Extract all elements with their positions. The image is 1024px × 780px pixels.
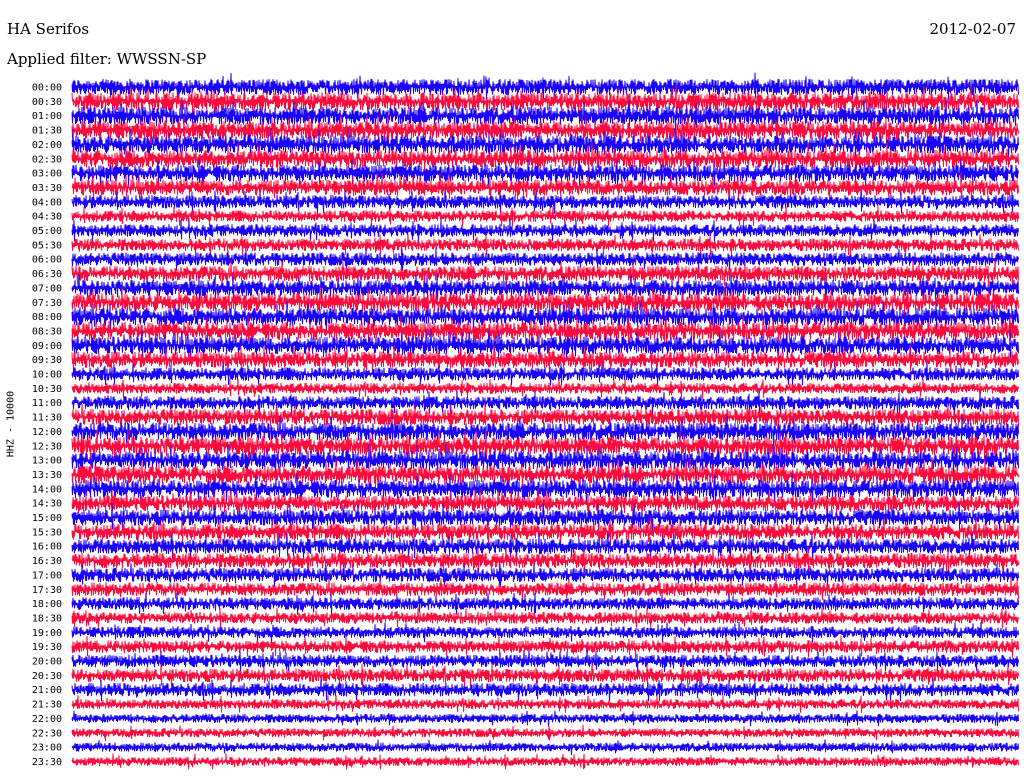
row-time-label: 16:00 — [32, 542, 62, 553]
row-time-label: 08:00 — [32, 312, 62, 323]
row-time-label: 11:00 — [32, 398, 62, 409]
trace-row — [71, 695, 1019, 713]
row-time-label: 18:00 — [32, 599, 62, 610]
row-time-label: 02:30 — [32, 154, 62, 165]
row-time-label: 17:00 — [32, 570, 62, 581]
row-time-label: 21:30 — [32, 700, 62, 711]
trace-row — [71, 739, 1019, 756]
trace-row — [71, 592, 1019, 615]
row-time-label: 20:30 — [32, 671, 62, 682]
trace-row — [71, 378, 1019, 399]
row-time-label: 15:30 — [32, 527, 62, 538]
trace-row — [71, 753, 1019, 770]
row-time-label: 15:00 — [32, 513, 62, 524]
row-time-label: 08:30 — [32, 326, 62, 337]
row-time-label: 12:30 — [32, 441, 62, 452]
row-time-label: 07:00 — [32, 283, 62, 294]
row-time-label: 22:00 — [32, 714, 62, 725]
row-time-label: 06:00 — [32, 255, 62, 266]
row-time-label: 10:30 — [32, 384, 62, 395]
row-time-label: 05:30 — [32, 240, 62, 251]
row-time-label: 14:00 — [32, 484, 62, 495]
row-time-label: 13:00 — [32, 456, 62, 467]
row-time-label: 03:30 — [32, 183, 62, 194]
row-time-label: 04:00 — [32, 197, 62, 208]
row-time-label: 04:30 — [32, 212, 62, 223]
trace-row — [71, 607, 1019, 629]
row-time-label: 18:30 — [32, 613, 62, 624]
row-time-label: 02:00 — [32, 140, 62, 151]
row-time-label: 07:30 — [32, 298, 62, 309]
row-time-label: 22:30 — [32, 728, 62, 739]
row-time-label: 05:00 — [32, 226, 62, 237]
channel-label: HHZ - 10000 — [5, 390, 17, 458]
row-time-label: 12:00 — [32, 427, 62, 438]
row-time-label: 09:00 — [32, 341, 62, 352]
row-time-label: 16:30 — [32, 556, 62, 567]
row-time-label: 20:00 — [32, 657, 62, 668]
row-time-label: 00:00 — [32, 83, 62, 94]
filter-label: Applied filter: WWSSN-SP — [7, 50, 207, 68]
row-time-label: 19:00 — [32, 628, 62, 639]
helicorder-plot: 00:00 00:30 01:00 01:30 02:00 02:30 03:00 03:30… — [32, 72, 1019, 770]
row-time-label: 14:30 — [32, 499, 62, 510]
trace-row — [71, 219, 1019, 242]
row-time-label: 11:30 — [32, 413, 62, 424]
row-time-label: 06:30 — [32, 269, 62, 280]
row-time-label: 10:00 — [32, 370, 62, 381]
row-time-label: 23:30 — [32, 757, 62, 768]
row-time-label: 23:00 — [32, 743, 62, 754]
trace-row — [71, 621, 1019, 643]
trace-row — [71, 233, 1019, 257]
trace-row — [71, 635, 1019, 658]
row-time-label: 09:30 — [32, 355, 62, 366]
row-time-label: 01:30 — [32, 126, 62, 137]
row-time-label: 03:00 — [32, 169, 62, 180]
row-time-label: 19:30 — [32, 642, 62, 653]
trace-row — [71, 724, 1019, 741]
row-time-label: 17:30 — [32, 585, 62, 596]
row-time-label: 13:30 — [32, 470, 62, 481]
trace-row — [71, 710, 1019, 727]
row-time-label: 01:00 — [32, 111, 62, 122]
trace-row — [71, 172, 1019, 202]
row-time-label: 00:30 — [32, 97, 62, 108]
row-time-label: 21:00 — [32, 685, 62, 696]
